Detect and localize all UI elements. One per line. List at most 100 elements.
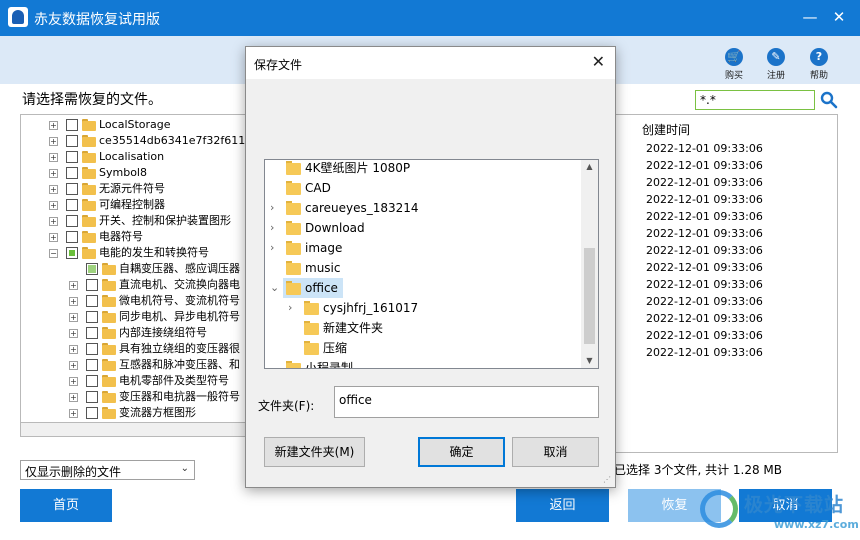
expand-icon[interactable]: +	[69, 329, 78, 338]
folder-tree-item[interactable]: 压缩	[265, 338, 575, 358]
list-row-created-time[interactable]: 2022-12-01 09:33:06	[646, 159, 763, 172]
search-icon[interactable]	[820, 91, 838, 109]
expand-icon[interactable]: +	[49, 137, 58, 146]
tree-item[interactable]: + 直流电机、交流换向器电	[21, 277, 261, 293]
tree-item[interactable]: + 可编程控制器	[21, 197, 261, 213]
tree-item-checkbox[interactable]	[66, 231, 78, 243]
tree-item-checkbox[interactable]	[86, 279, 98, 291]
list-row-created-time[interactable]: 2022-12-01 09:33:06	[646, 227, 763, 240]
expand-icon[interactable]: +	[49, 169, 58, 178]
ok-button[interactable]: 确定	[418, 437, 505, 467]
scroll-down-icon[interactable]: ▼	[584, 354, 595, 368]
list-row-created-time[interactable]: 2022-12-01 09:33:06	[646, 261, 763, 274]
close-button[interactable]: ✕	[826, 6, 852, 28]
new-folder-button[interactable]: 新建文件夹(M)	[264, 437, 365, 467]
tree-item[interactable]: + 开关、控制和保护装置图形	[21, 213, 261, 229]
tree-item-checkbox[interactable]	[86, 359, 98, 371]
folder-tree-item[interactable]: ⌄ office	[270, 278, 343, 298]
tree-item-checkbox[interactable]	[66, 215, 78, 227]
list-row-created-time[interactable]: 2022-12-01 09:33:06	[646, 329, 763, 342]
tree-item[interactable]: − 电能的发生和转换符号	[21, 245, 261, 261]
collapse-icon[interactable]: −	[49, 249, 58, 258]
column-header-created-time[interactable]: 创建时间	[642, 121, 690, 138]
folder-name-field[interactable]: office	[334, 386, 599, 418]
register-button[interactable]: ✎ 注册	[759, 48, 793, 81]
tree-item[interactable]: +自耦变压器、感应调压器	[21, 261, 261, 277]
expand-icon[interactable]: +	[69, 361, 78, 370]
expand-icon[interactable]: +	[69, 345, 78, 354]
chevron-right-icon[interactable]: ›	[288, 298, 298, 318]
buy-button[interactable]: 🛒 购买	[717, 48, 751, 81]
tree-item-checkbox[interactable]	[86, 407, 98, 419]
help-button[interactable]: ? 帮助	[802, 48, 836, 81]
tree-item-checkbox[interactable]	[66, 135, 78, 147]
chevron-right-icon[interactable]: ›	[270, 218, 280, 238]
folder-tree-item[interactable]: › image	[265, 238, 575, 258]
folder-tree-item[interactable]: music	[265, 258, 575, 278]
chevron-down-icon[interactable]: ⌄	[270, 278, 280, 298]
expand-icon[interactable]: +	[69, 297, 78, 306]
list-row-created-time[interactable]: 2022-12-01 09:33:06	[646, 142, 763, 155]
scroll-thumb[interactable]	[584, 248, 595, 344]
folder-tree-item[interactable]: 小程录制	[265, 358, 575, 368]
file-filter-input[interactable]: *.*	[695, 90, 815, 110]
tree-item[interactable]: + 微电机符号、变流机符号	[21, 293, 261, 309]
tree-item-checkbox[interactable]	[66, 199, 78, 211]
folder-tree-item[interactable]: › Download	[265, 218, 575, 238]
dialog-cancel-button[interactable]: 取消	[512, 437, 599, 467]
tree-item-checkbox[interactable]	[66, 119, 78, 131]
expand-icon[interactable]: +	[49, 153, 58, 162]
display-mode-select[interactable]: 仅显示删除的文件 ⌄	[20, 460, 195, 480]
tree-item[interactable]: + 变流器方框图形	[21, 405, 261, 421]
scroll-up-icon[interactable]: ▲	[584, 160, 595, 174]
minimize-button[interactable]: —	[797, 6, 823, 28]
list-row-created-time[interactable]: 2022-12-01 09:33:06	[646, 346, 763, 359]
dialog-close-icon[interactable]: ✕	[592, 52, 605, 71]
expand-icon[interactable]: +	[69, 377, 78, 386]
back-button[interactable]: 返回	[516, 489, 609, 522]
tree-item-checkbox[interactable]	[66, 247, 78, 259]
list-row-created-time[interactable]: 2022-12-01 09:33:06	[646, 312, 763, 325]
tree-item[interactable]: + 变压器和电抗器一般符号	[21, 389, 261, 405]
tree-item[interactable]: + Localisation	[21, 149, 261, 165]
tree-item[interactable]: + 无源元件符号	[21, 181, 261, 197]
expand-icon[interactable]: +	[69, 281, 78, 290]
tree-item-checkbox[interactable]	[86, 327, 98, 339]
expand-icon[interactable]: +	[49, 233, 58, 242]
tree-item-checkbox[interactable]	[86, 311, 98, 323]
list-row-created-time[interactable]: 2022-12-01 09:33:06	[646, 295, 763, 308]
list-row-created-time[interactable]: 2022-12-01 09:33:06	[646, 278, 763, 291]
folder-tree-item[interactable]: 4K壁纸图片 1080P	[265, 160, 575, 178]
tree-item-checkbox[interactable]	[86, 263, 98, 275]
folder-tree-item[interactable]: CAD	[265, 178, 575, 198]
expand-icon[interactable]: +	[49, 217, 58, 226]
tree-item-checkbox[interactable]	[86, 391, 98, 403]
tree-item[interactable]: + 电器符号	[21, 229, 261, 245]
tree-item[interactable]: + 具有独立绕组的变压器很	[21, 341, 261, 357]
tree-horizontal-scrollbar[interactable]	[20, 422, 262, 437]
folder-tree-item[interactable]: › cysjhfrj_161017	[265, 298, 575, 318]
expand-icon[interactable]: +	[69, 393, 78, 402]
tree-item[interactable]: + 同步电机、异步电机符号	[21, 309, 261, 325]
expand-icon[interactable]: +	[69, 313, 78, 322]
expand-icon[interactable]: +	[69, 409, 78, 418]
tree-item[interactable]: + 内部连接绕组符号	[21, 325, 261, 341]
folder-tree-item[interactable]: › careueyes_183214	[265, 198, 575, 218]
tree-item[interactable]: + 电机零部件及类型符号	[21, 373, 261, 389]
folder-tree-scrollbar[interactable]: ▲ ▼	[581, 160, 598, 368]
tree-item-checkbox[interactable]	[86, 343, 98, 355]
expand-icon[interactable]: +	[49, 121, 58, 130]
tree-item[interactable]: + 互感器和脉冲变压器、和	[21, 357, 261, 373]
tree-item-checkbox[interactable]	[66, 151, 78, 163]
tree-item-checkbox[interactable]	[66, 183, 78, 195]
home-button[interactable]: 首页	[20, 489, 112, 522]
folder-tree-item[interactable]: 新建文件夹	[265, 318, 575, 338]
list-row-created-time[interactable]: 2022-12-01 09:33:06	[646, 244, 763, 257]
tree-item[interactable]: + Symbol8	[21, 165, 261, 181]
list-row-created-time[interactable]: 2022-12-01 09:33:06	[646, 193, 763, 206]
tree-item[interactable]: + ce35514db6341e7f32f611892	[21, 133, 261, 149]
chevron-right-icon[interactable]: ›	[270, 198, 280, 218]
chevron-right-icon[interactable]: ›	[270, 238, 280, 258]
tree-item-checkbox[interactable]	[66, 167, 78, 179]
file-list[interactable]: 创建时间 2022-12-01 09:33:06 2022-12-01 09:33…	[616, 114, 838, 453]
